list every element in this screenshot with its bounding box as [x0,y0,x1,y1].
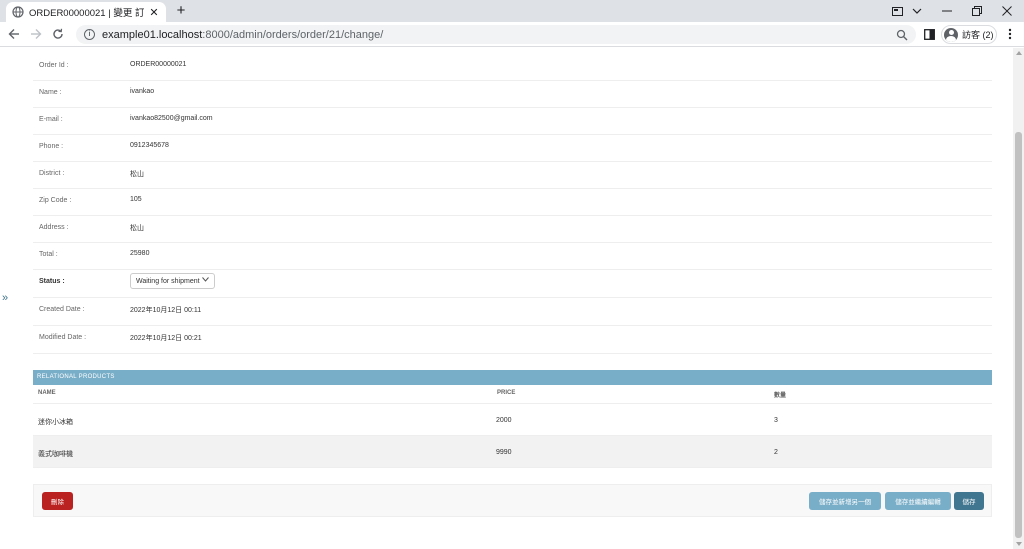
field-row-order-id: Order Id : ORDER00000021 [33,54,992,81]
field-value: 25980 [130,250,150,257]
product-price: 2000 [496,417,512,424]
info-icon[interactable]: i [84,29,95,40]
url-host: example01.localhost [102,28,203,41]
back-arrow-icon[interactable] [5,25,23,43]
field-value: 松山 [130,225,144,232]
chevron-down-icon [202,277,209,284]
column-header-quantity: 數量 [774,393,787,399]
save-and-add-another-button[interactable]: 儲存並新增另一個 [809,492,881,510]
browser-toolbar: i example01.localhost:8000/admin/orders/… [0,22,1024,47]
inline-section-header: RELATIONAL PRODUCTS [33,370,992,385]
avatar-icon [944,27,958,42]
field-row-address: Address : 松山 [33,216,992,243]
profile-name: 訪客 (2) [962,30,994,40]
product-quantity: 2 [774,449,778,456]
profile-button[interactable]: 訪客 (2) [941,25,997,44]
field-label: E-mail : [39,116,63,123]
side-panel-icon[interactable] [920,25,938,43]
field-value: 0912345678 [130,142,169,149]
field-row-district: District : 松山 [33,162,992,189]
field-label: Total : [39,251,58,258]
table-row: 迷你小冰箱 2000 3 [33,404,992,436]
browser-tab[interactable]: ORDER00000021 | 變更 訂單 | D ✕ [6,2,166,22]
page-viewport: » Order Id : ORDER00000021 Name : ivanka… [0,48,1013,549]
field-row-zip-code: Zip Code : 105 [33,189,992,216]
field-label: Status : [39,278,65,285]
restore-icon[interactable] [962,0,992,22]
status-select-value: Waiting for shipment [136,277,200,285]
field-row-modified-date: Modified Date : 2022年10月12日 00:21 [33,326,992,354]
scrollbar-thumb[interactable] [1015,132,1022,538]
reload-icon[interactable] [49,25,67,43]
field-row-created-date: Created Date : 2022年10月12日 00:11 [33,298,992,326]
field-row-email: E-mail : ivankao82500@gmail.com [33,108,992,135]
inline-column-headers: NAME PRICE 數量 [33,385,992,404]
table-row: 義式咖啡機 9990 2 [33,436,992,468]
sidebar-toggle-icon[interactable]: » [2,292,8,304]
field-row-phone: Phone : 0912345678 [33,135,992,162]
browser-tab-strip: ORDER00000021 | 變更 訂單 | D ✕ + [0,0,1024,22]
scroll-up-icon[interactable] [1016,51,1022,55]
field-label: Name : [39,89,62,96]
url-path: :8000/admin/orders/order/21/change/ [202,28,384,41]
field-value: 2022年10月12日 00:21 [130,335,202,342]
field-row-total: Total : 25980 [33,243,992,270]
field-value: ivankao [130,88,155,95]
status-select[interactable]: Waiting for shipment [130,273,215,289]
product-price: 9990 [496,449,512,456]
field-value: 105 [130,196,142,203]
tab-title: ORDER00000021 | 變更 訂單 | D [29,8,144,19]
product-name: 迷你小冰箱 [38,419,73,426]
field-value: ORDER00000021 [130,61,187,68]
chevron-down-icon[interactable] [902,0,932,22]
field-label: Order Id : [39,62,69,69]
close-window-icon[interactable] [992,0,1022,22]
globe-icon [12,6,24,18]
field-value: ivankao82500@gmail.com [130,115,213,122]
column-header-price: PRICE [497,390,516,396]
delete-button[interactable]: 刪除 [42,492,73,510]
scroll-down-icon[interactable] [1016,542,1022,546]
save-button[interactable]: 儲存 [954,492,984,510]
field-label: Created Date : [39,306,85,313]
field-label: Zip Code : [39,197,72,204]
field-label: Address : [39,224,69,231]
inline-section-title: RELATIONAL PRODUCTS [37,374,115,380]
minimize-icon[interactable] [932,0,962,22]
submit-row: 刪除 儲存並新增另一個 儲存並繼續編輯 儲存 [33,484,992,517]
field-label: Modified Date : [39,334,87,341]
product-quantity: 3 [774,417,778,424]
page-scrollbar[interactable] [1013,48,1024,549]
field-value: 2022年10月12日 00:11 [130,307,202,314]
address-bar[interactable]: i example01.localhost:8000/admin/orders/… [76,25,916,44]
close-tab-icon[interactable]: ✕ [148,6,160,19]
zoom-icon[interactable] [896,28,908,41]
field-row-name: Name : ivankao [33,81,992,108]
forward-arrow-icon[interactable] [27,25,45,43]
field-label: District : [39,170,65,177]
field-row-status: Status : Waiting for shipment [33,270,992,298]
save-and-continue-button[interactable]: 儲存並繼續編輯 [885,492,951,510]
product-name: 義式咖啡機 [38,451,73,458]
column-header-name: NAME [38,390,56,396]
field-value: 松山 [130,171,144,178]
field-label: Phone : [39,143,64,150]
new-tab-button[interactable]: + [172,2,190,20]
more-menu-icon[interactable] [1001,25,1019,43]
